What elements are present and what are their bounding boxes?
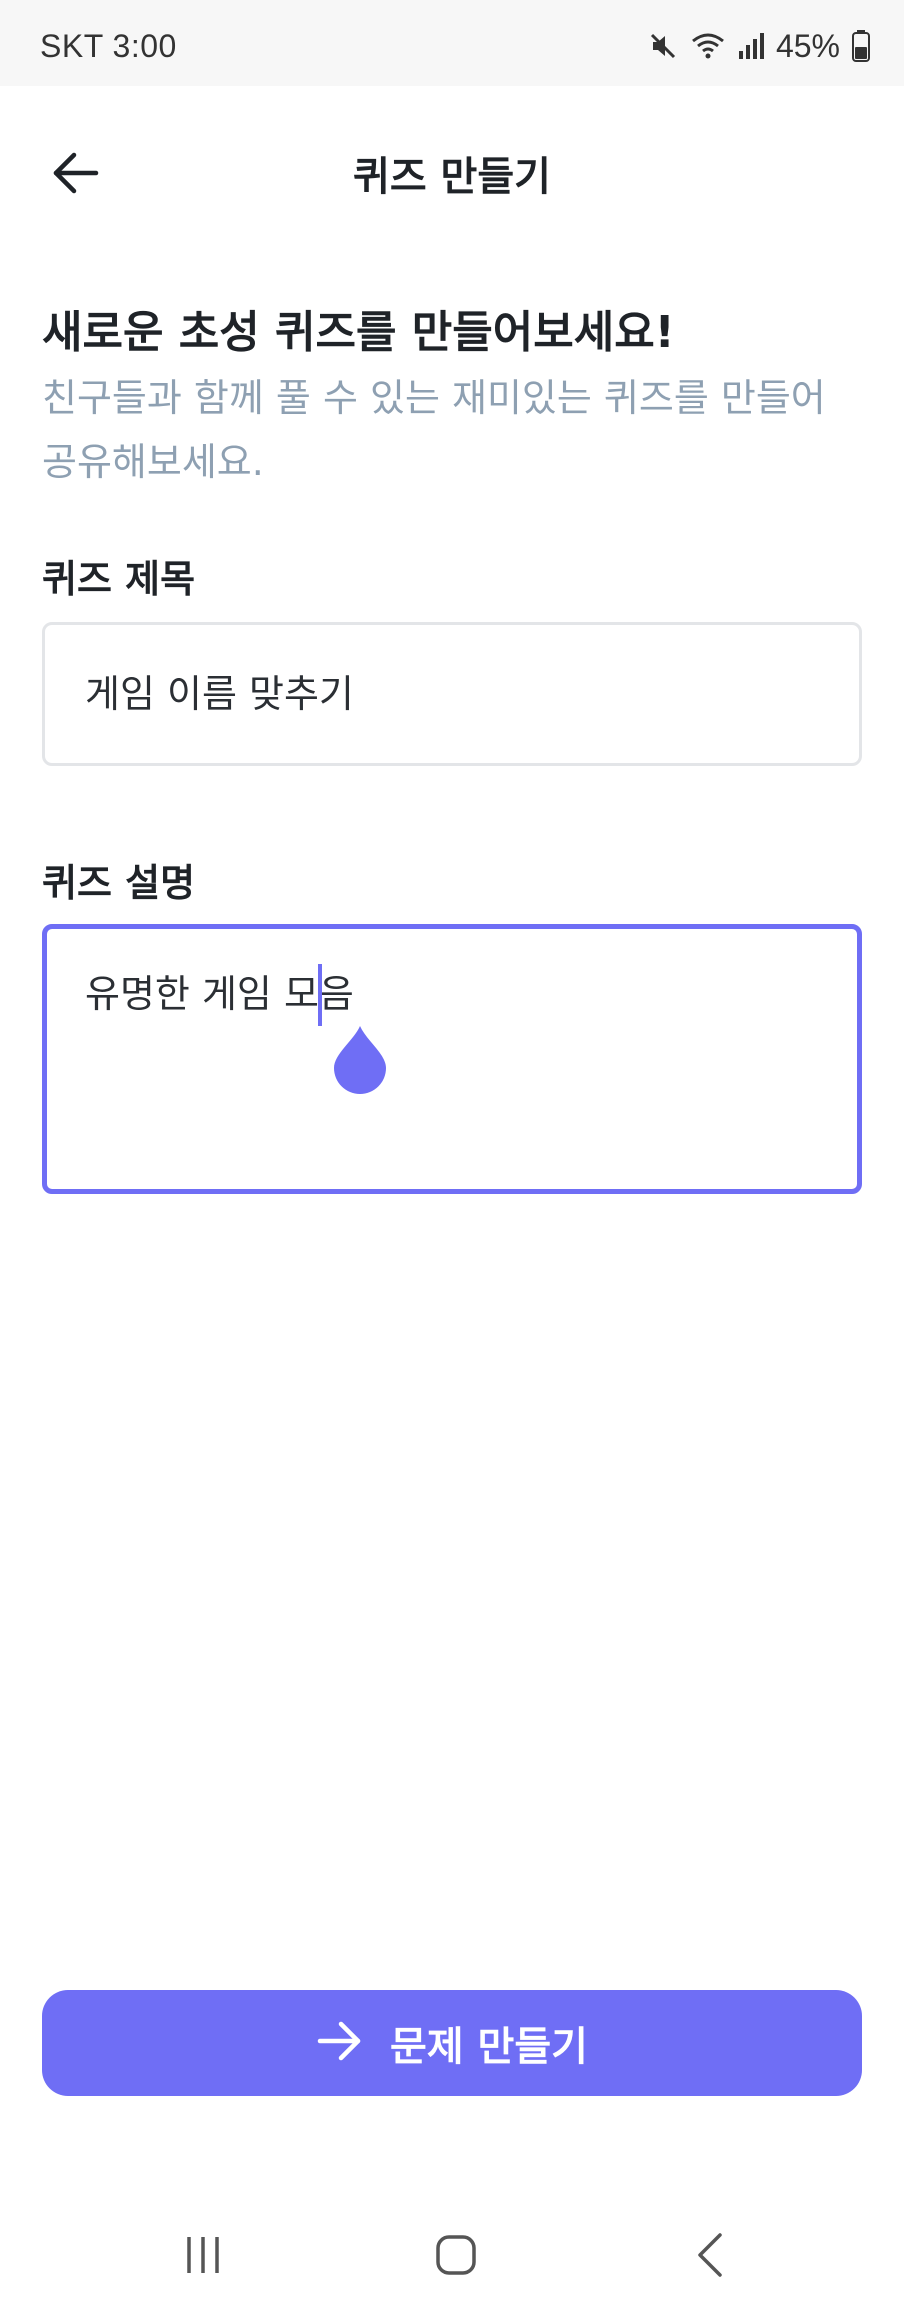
status-bar: SKT 3:00 45% — [0, 0, 904, 86]
create-questions-button[interactable]: 문제 만들기 — [42, 1990, 862, 2096]
quiz-title-label: 퀴즈 제목 — [42, 557, 196, 601]
quiz-description-input[interactable]: 유명한 게임 모음 — [42, 924, 862, 1194]
system-nav-bar — [0, 2200, 904, 2316]
status-carrier-time: SKT 3:00 — [40, 28, 177, 64]
intro-subtext: 친구들과 함께 풀 수 있는 재미있는 퀴즈를 만들어 공유해보세요. — [42, 376, 826, 484]
mute-icon — [648, 31, 678, 61]
recents-icon — [181, 2233, 225, 2281]
home-icon — [434, 2233, 478, 2281]
page-title: 퀴즈 만들기 — [353, 154, 551, 200]
home-button[interactable] — [416, 2222, 496, 2292]
arrow-right-icon — [316, 2020, 364, 2066]
signal-icon — [738, 31, 764, 61]
quiz-title-value: 게임 이름 맞추기 — [85, 672, 354, 716]
quiz-description-value: 유명한 게임 모음 — [85, 972, 354, 1016]
battery-percent: 45% — [775, 27, 840, 64]
quiz-description-label: 퀴즈 설명 — [42, 861, 196, 905]
create-questions-label: 문제 만들기 — [390, 2024, 588, 2070]
cursor-handle[interactable] — [332, 1024, 388, 1096]
quiz-title-input[interactable]: 게임 이름 맞추기 — [42, 622, 862, 766]
wifi-icon — [690, 31, 726, 61]
recents-button[interactable] — [163, 2222, 243, 2292]
battery-icon — [852, 30, 870, 62]
status-icons: 45% — [648, 26, 870, 66]
text-cursor — [318, 964, 322, 1026]
app-header: 퀴즈 만들기 — [0, 86, 904, 258]
system-back-button[interactable] — [670, 2222, 750, 2292]
back-icon — [688, 2231, 732, 2283]
intro-heading: 새로운 초성 퀴즈를 만들어보세요! — [42, 307, 675, 358]
